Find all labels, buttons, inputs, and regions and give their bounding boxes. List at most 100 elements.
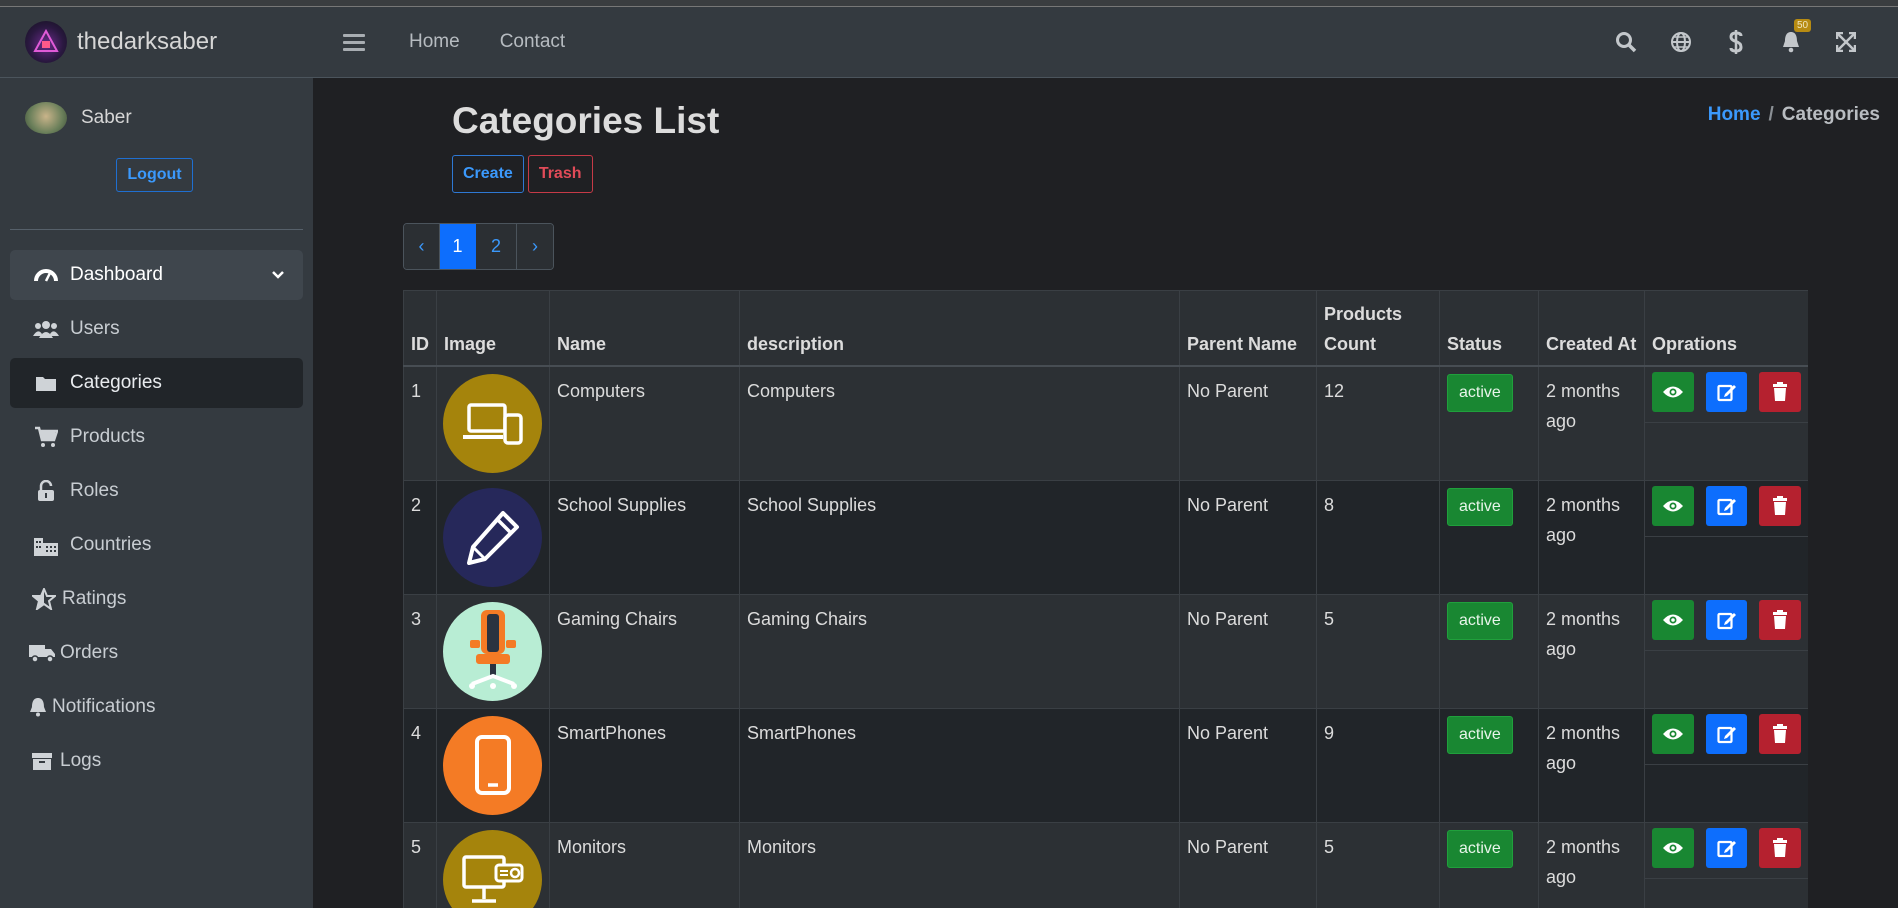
view-button[interactable] [1652, 371, 1694, 412]
edit-button[interactable] [1705, 713, 1748, 754]
search-icon[interactable] [1598, 31, 1653, 53]
sidebar-item-categories[interactable]: Categories [10, 358, 303, 408]
edit-icon [1716, 498, 1736, 515]
pagination-page-1[interactable]: 1 [440, 224, 476, 269]
delete-button[interactable] [1759, 371, 1802, 412]
column-header[interactable]: Created At [1538, 290, 1645, 367]
laptop-phone-icon [462, 403, 523, 445]
dashboard-icon [32, 265, 60, 285]
cell-name: School Supplies [549, 479, 740, 595]
nav-link-home[interactable]: Home [409, 31, 460, 53]
edit-button[interactable] [1705, 827, 1748, 868]
pagination-page-2[interactable]: 2 [476, 224, 517, 269]
breadcrumb-home-link[interactable]: Home [1708, 104, 1761, 125]
edit-button[interactable] [1705, 371, 1748, 412]
sidebar-item-logs[interactable]: Logs [10, 736, 303, 786]
notification-count-badge: 50 [1794, 19, 1812, 32]
sidebar-item-roles[interactable]: Roles [10, 466, 303, 516]
column-header[interactable]: Image [436, 290, 550, 367]
pagination-next[interactable]: › [517, 224, 553, 269]
table-row: 3 Gaming Chairs Gaming Chairs No Parent … [403, 593, 1808, 709]
gaming-chair-icon [468, 610, 517, 689]
column-header[interactable]: ID [403, 290, 437, 367]
sidebar-item-label: Notifications [52, 696, 156, 717]
column-header[interactable]: Name [549, 290, 740, 367]
eye-icon [1662, 728, 1683, 739]
cell-created-at: 2 months ago [1538, 479, 1645, 595]
sidebar-item-label: Products [70, 426, 145, 447]
eye-icon [1662, 614, 1683, 625]
city-icon [32, 534, 60, 556]
delete-button[interactable] [1759, 827, 1802, 868]
trash-icon [1773, 609, 1788, 629]
status-badge: active [1447, 601, 1513, 640]
sidebar-item-countries[interactable]: Countries [10, 520, 303, 570]
cell-name: Monitors [549, 821, 740, 908]
edit-icon [1716, 384, 1736, 401]
view-button[interactable] [1652, 827, 1694, 868]
column-header[interactable]: Status [1439, 290, 1539, 367]
sidebar-item-notifications[interactable]: Notifications [10, 682, 303, 732]
sidebar-item-orders[interactable]: Orders [10, 628, 303, 678]
categories-table-container: ID Image Name description Parent Name Pr… [403, 290, 1808, 908]
cell-products-count: 12 [1316, 365, 1440, 481]
view-button[interactable] [1652, 485, 1694, 526]
cell-name: Computers [549, 365, 740, 481]
sidebar-item-label: Ratings [62, 588, 127, 609]
table-row: 5 Monitors Monitors No Parent 5 active 2… [403, 821, 1808, 908]
sidebar-item-users[interactable]: Users [10, 304, 303, 354]
delete-button[interactable] [1759, 485, 1802, 526]
cell-name: Gaming Chairs [549, 593, 740, 709]
nav-link-contact[interactable]: Contact [500, 31, 565, 53]
cell-name: SmartPhones [549, 707, 740, 823]
logout-button[interactable]: Logout [116, 158, 193, 192]
window-top-edge [0, 0, 1898, 7]
sidebar-item-products[interactable]: Products [10, 412, 303, 462]
view-button[interactable] [1652, 713, 1694, 754]
edit-button[interactable] [1705, 485, 1748, 526]
cell-description: School Supplies [739, 479, 1180, 595]
menu-toggle-icon[interactable] [343, 30, 365, 55]
edit-icon [1716, 612, 1736, 629]
trash-icon [1773, 495, 1788, 515]
star-icon [30, 588, 58, 610]
cell-description: SmartPhones [739, 707, 1180, 823]
table-header-row: ID Image Name description Parent Name Pr… [403, 290, 1808, 367]
sidebar-item-dashboard[interactable]: Dashboard [10, 250, 303, 300]
create-button[interactable]: Create [452, 155, 524, 193]
view-button[interactable] [1652, 599, 1694, 640]
sidebar-nav: Dashboard Users Categories Products Role… [0, 230, 313, 786]
column-header[interactable]: description [739, 290, 1180, 367]
pagination-prev[interactable]: ‹ [404, 224, 440, 269]
brand-link[interactable]: thedarksaber [0, 7, 313, 78]
sidebar-item-label: Users [70, 318, 120, 339]
edit-button[interactable] [1705, 599, 1748, 640]
cell-parent-name: No Parent [1179, 593, 1317, 709]
truck-icon [28, 643, 56, 663]
sidebar-item-ratings[interactable]: Ratings [10, 574, 303, 624]
cell-id: 1 [403, 365, 437, 481]
folder-icon [32, 374, 60, 392]
user-name[interactable]: Saber [81, 107, 132, 129]
category-image [443, 829, 542, 908]
column-header[interactable]: Oprations [1644, 290, 1808, 367]
fullscreen-icon[interactable] [1818, 32, 1873, 52]
trash-button[interactable]: Trash [527, 155, 593, 193]
delete-button[interactable] [1759, 599, 1802, 640]
brand-logo-icon [25, 21, 67, 63]
column-header[interactable]: Products Count [1316, 290, 1440, 367]
globe-icon[interactable] [1653, 31, 1708, 53]
monitor-projector-icon [461, 855, 523, 903]
cell-id: 4 [403, 707, 437, 823]
main-content: Categories List Home / Categories Create T… [313, 78, 1898, 908]
bell-icon[interactable]: 50 [1763, 19, 1818, 53]
cell-products-count: 5 [1316, 821, 1440, 908]
cell-description: Monitors [739, 821, 1180, 908]
avatar[interactable] [25, 102, 67, 134]
sidebar-item-label: Countries [70, 534, 152, 555]
dollar-icon[interactable] [1708, 30, 1763, 54]
column-header[interactable]: Parent Name [1179, 290, 1317, 367]
eye-icon [1662, 386, 1683, 397]
category-image [443, 373, 542, 473]
delete-button[interactable] [1759, 713, 1802, 754]
